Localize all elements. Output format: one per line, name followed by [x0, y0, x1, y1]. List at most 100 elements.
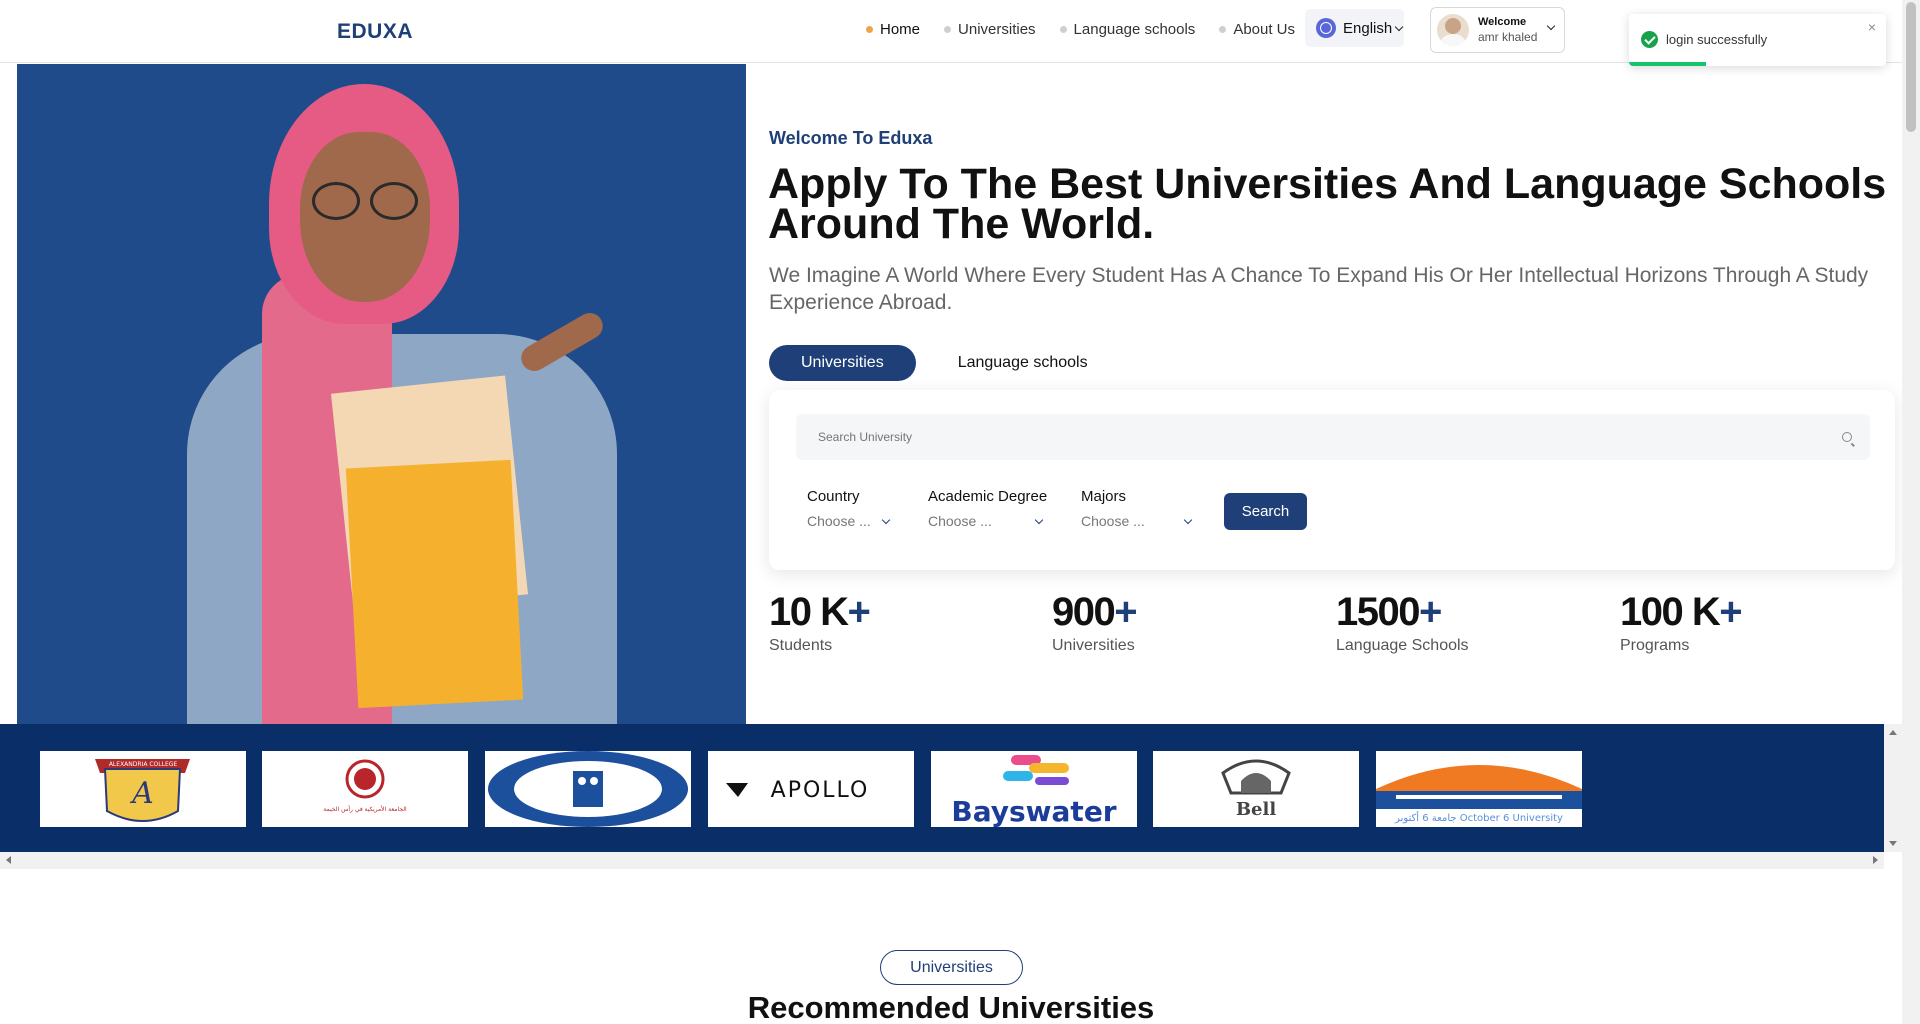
svg-text:جامعة 6 أكتوبر October 6 Unive: جامعة 6 أكتوبر October 6 University	[1394, 811, 1563, 824]
search-box	[796, 414, 1870, 460]
tab-language-schools[interactable]: Language schools	[926, 345, 1120, 381]
owl-logo-icon	[488, 751, 688, 827]
search-card: Country Choose ... Academic Degree Choos…	[769, 390, 1895, 570]
partner-logo-october-6-university[interactable]: جامعة 6 أكتوبر October 6 University	[1376, 751, 1582, 827]
stat-programs: 100 K+ Programs	[1620, 590, 1743, 655]
main-nav: Home Universities Language schools About…	[866, 18, 1319, 40]
partner-logo-alexandria-college[interactable]: A ALEXANDRIA COLLEGE	[40, 751, 246, 827]
svg-text:A: A	[129, 776, 154, 811]
section-title: Recommended Universities	[747, 990, 1155, 1024]
avatar	[1437, 14, 1469, 46]
stat-label: Language Schools	[1336, 637, 1469, 654]
scrollbar-thumb[interactable]	[1906, 2, 1916, 132]
college-crest-icon: A ALEXANDRIA COLLEGE	[95, 759, 190, 822]
toast-progress-bar	[1629, 62, 1707, 66]
apollo-logo-icon: APOLLO	[726, 778, 870, 803]
scroll-up-icon[interactable]	[1889, 730, 1897, 735]
chevron-down-icon	[1394, 22, 1404, 31]
chevron-down-icon	[1546, 21, 1556, 31]
nav-dot-icon	[1059, 25, 1067, 33]
filter-label-country: Country	[807, 488, 860, 505]
language-selector[interactable]: English	[1305, 9, 1404, 47]
stat-label: Students	[769, 637, 833, 654]
nav-item-language-schools[interactable]: Language schools	[1059, 18, 1196, 40]
search-button[interactable]: Search	[1224, 493, 1307, 530]
nav-label-about-us: About Us	[1233, 20, 1296, 38]
stats-row: 10 K+ Students 900+ Universities 1500+ L…	[769, 590, 1895, 670]
section-pill-universities: Universities	[880, 950, 1023, 985]
filter-country: Country Choose ...	[807, 488, 891, 529]
filter-academic-degree: Academic Degree Choose ...	[928, 488, 1047, 529]
scroll-down-icon[interactable]	[1889, 841, 1897, 846]
o6u-logo-icon: جامعة 6 أكتوبر October 6 University	[1376, 765, 1582, 824]
login-toast: login successfully ×	[1629, 14, 1886, 66]
hero-figure-glasses	[312, 182, 422, 220]
stat-universities: 900+ Universities	[1052, 590, 1138, 655]
globe-icon	[1316, 18, 1336, 38]
svg-text:Bell: Bell	[1236, 799, 1277, 820]
nav-label-home: Home	[880, 20, 921, 38]
eduxa-logo[interactable]: EDUXA	[337, 20, 413, 44]
bayswater-logo-icon: Bayswater	[951, 755, 1117, 827]
search-tabs: Universities Language schools	[769, 345, 1120, 381]
stat-number: 10 K+	[769, 590, 871, 634]
user-text: Welcome amr khaled	[1478, 16, 1537, 44]
nav-item-universities[interactable]: Universities	[944, 18, 1036, 40]
nav-label-language-schools: Language schools	[1073, 20, 1196, 38]
nav-item-home[interactable]: Home	[866, 18, 920, 40]
user-welcome: Welcome	[1478, 16, 1527, 28]
strip-vertical-scrollbar[interactable]	[1884, 724, 1902, 852]
stat-language-schools: 1500+ Language Schools	[1336, 590, 1469, 655]
filter-majors: Majors Choose ...	[1081, 488, 1193, 529]
stat-label: Universities	[1052, 637, 1135, 654]
partner-logo-apollo[interactable]: APOLLO	[708, 751, 914, 827]
select-country[interactable]: Choose ...	[807, 513, 891, 529]
partner-logos-strip: A ALEXANDRIA COLLEGE الجامعة الأمريكية ف…	[0, 724, 1884, 852]
svg-text:APOLLO: APOLLO	[771, 778, 870, 803]
bell-logo-icon: Bell	[1221, 759, 1291, 820]
chevron-down-icon	[1183, 515, 1193, 524]
stat-label: Programs	[1620, 637, 1690, 654]
chevron-down-icon	[881, 515, 891, 524]
page-vertical-scrollbar[interactable]	[1902, 0, 1920, 1024]
search-input[interactable]	[796, 414, 1870, 460]
partner-logo-owl[interactable]	[485, 751, 691, 827]
scroll-right-icon[interactable]	[1873, 856, 1878, 864]
search-icon[interactable]	[1842, 432, 1852, 442]
partner-logo-american-university-rak[interactable]: الجامعة الأمريكية في رأس الخيمة	[262, 751, 468, 827]
top-header: EDUXA Home Universities Language schools…	[0, 0, 1902, 63]
nav-item-about-us[interactable]: About Us	[1219, 18, 1295, 40]
select-value: Choose ...	[1081, 513, 1145, 529]
svg-text:Bayswater: Bayswater	[951, 795, 1116, 827]
hero-figure-folder	[345, 459, 524, 709]
strip-horizontal-scrollbar[interactable]	[0, 852, 1884, 869]
stat-number: 900+	[1052, 590, 1138, 634]
nav-label-universities: Universities	[958, 20, 1036, 38]
close-icon[interactable]: ×	[1868, 19, 1876, 35]
hero-subtitle: We Imagine A World Where Every Student H…	[769, 264, 1869, 314]
language-label: English	[1343, 19, 1393, 37]
partner-logo-bell[interactable]: Bell	[1153, 751, 1359, 827]
hero-welcome: Welcome To Eduxa	[769, 128, 933, 148]
select-majors[interactable]: Choose ...	[1081, 513, 1193, 529]
filter-label-academic-degree: Academic Degree	[928, 488, 1048, 505]
stat-number: 100 K+	[1620, 590, 1743, 634]
toast-message: login successfully	[1666, 32, 1768, 47]
check-circle-icon	[1641, 31, 1658, 48]
user-name: amr khaled	[1478, 30, 1538, 44]
stat-number: 1500+	[1336, 590, 1442, 634]
chevron-down-icon	[1034, 515, 1044, 524]
scroll-left-icon[interactable]	[6, 856, 11, 864]
partner-logo-bayswater[interactable]: Bayswater	[931, 751, 1137, 827]
hero-image	[17, 64, 746, 724]
nav-dot-icon	[1219, 25, 1227, 33]
palm-seal-icon: الجامعة الأمريكية في رأس الخيمة	[323, 759, 407, 813]
select-academic-degree[interactable]: Choose ...	[928, 513, 1047, 529]
tab-universities[interactable]: Universities	[769, 345, 916, 381]
nav-dot-icon	[866, 25, 873, 33]
select-value: Choose ...	[928, 513, 992, 529]
svg-text:ALEXANDRIA COLLEGE: ALEXANDRIA COLLEGE	[109, 761, 178, 768]
select-value: Choose ...	[807, 513, 871, 529]
nav-dot-icon	[944, 25, 952, 33]
user-menu[interactable]: Welcome amr khaled	[1430, 7, 1565, 53]
